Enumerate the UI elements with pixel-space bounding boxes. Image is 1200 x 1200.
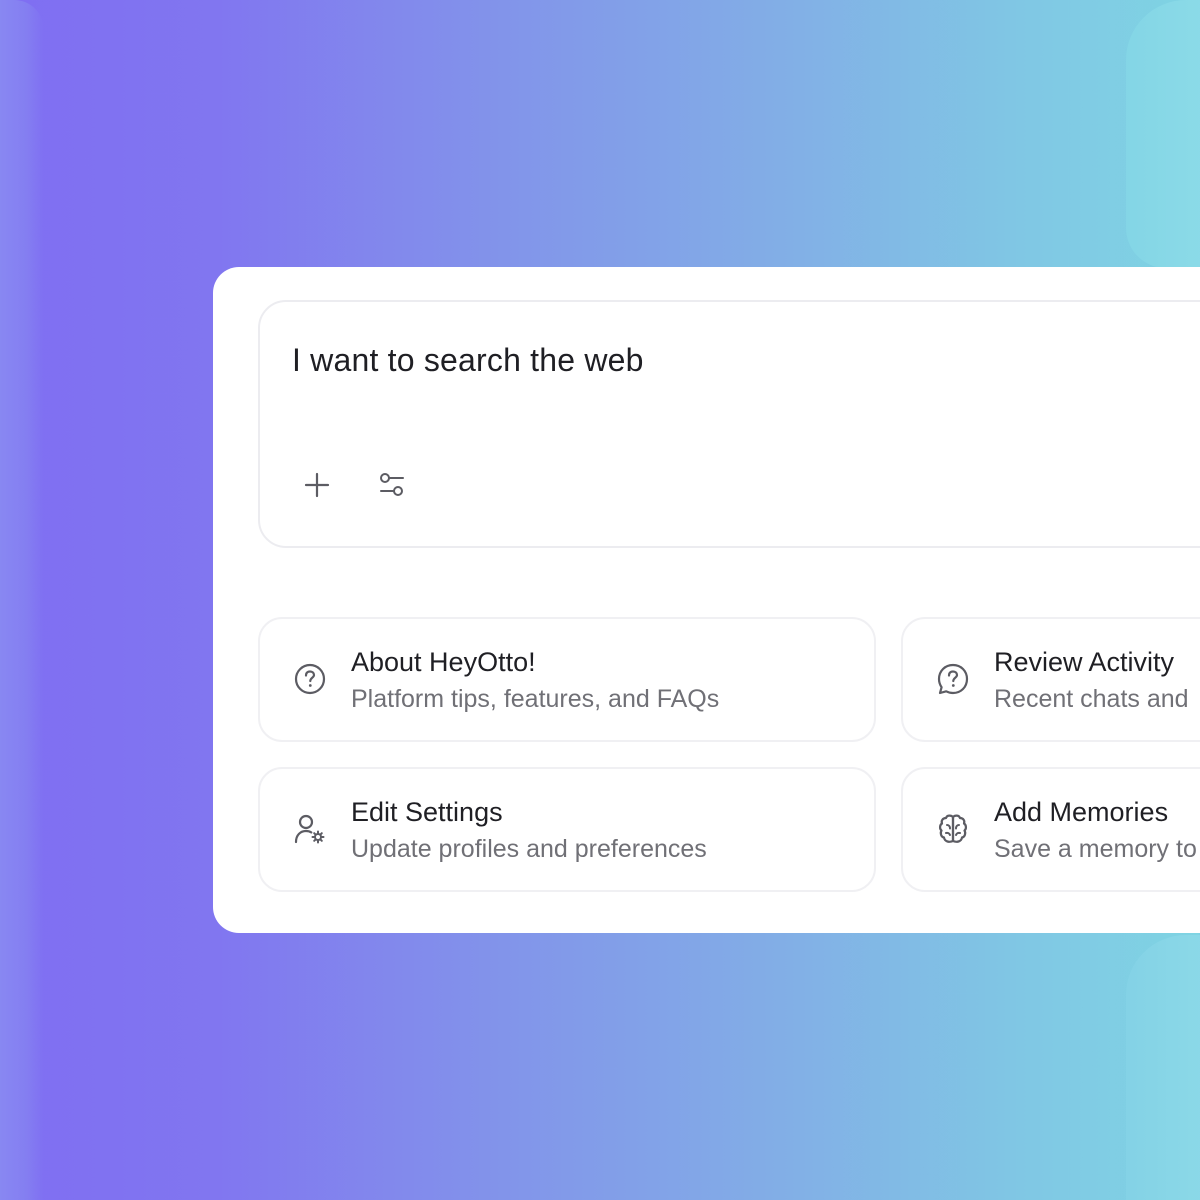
card-title: Add Memories	[994, 797, 1169, 827]
sliders-icon	[377, 470, 407, 505]
brain-icon	[935, 811, 971, 847]
background-edge-right-top	[1126, 0, 1200, 268]
background-edge-right-bottom	[1126, 935, 1200, 1200]
chat-panel: I want to search the web About HeyOtto! …	[213, 267, 1200, 933]
prompt-input-text[interactable]: I want to search the web	[292, 342, 644, 379]
card-edit-settings[interactable]: Edit Settings Update profiles and prefer…	[258, 767, 876, 892]
card-title: Review Activity	[994, 647, 1175, 677]
card-subtitle: Platform tips, features, and FAQs	[351, 685, 720, 713]
plus-icon	[304, 472, 330, 503]
card-subtitle: Recent chats and	[994, 685, 1189, 713]
card-about-heyotto[interactable]: About HeyOtto! Platform tips, features, …	[258, 617, 876, 742]
question-bubble-icon	[935, 661, 971, 697]
prompt-input-box[interactable]: I want to search the web	[258, 300, 1200, 548]
question-circle-icon	[292, 661, 328, 697]
card-add-memories[interactable]: Add Memories Save a memory to	[901, 767, 1200, 892]
card-subtitle: Save a memory to	[994, 835, 1197, 863]
card-review-activity[interactable]: Review Activity Recent chats and	[901, 617, 1200, 742]
settings-tools-button[interactable]	[373, 468, 411, 506]
background-edge-left	[0, 0, 44, 1200]
add-button[interactable]	[298, 468, 336, 506]
card-subtitle: Update profiles and preferences	[351, 835, 707, 863]
user-gear-icon	[292, 811, 328, 847]
card-title: Edit Settings	[351, 797, 503, 827]
card-title: About HeyOtto!	[351, 647, 536, 677]
